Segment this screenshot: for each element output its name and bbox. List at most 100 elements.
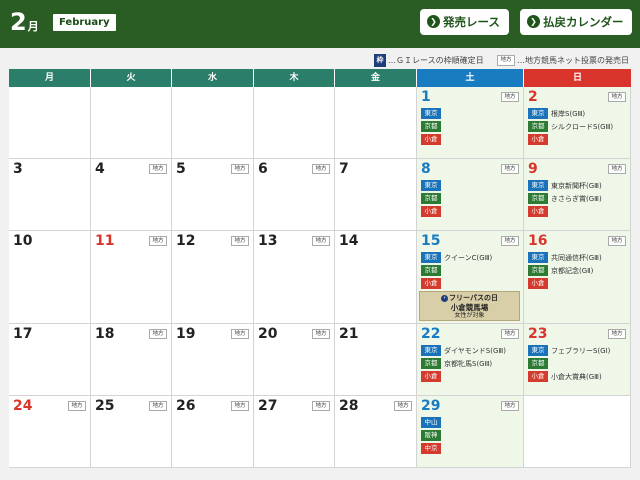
chiho-badge[interactable]: 地方 (231, 236, 249, 246)
calendar-cell-empty (9, 87, 91, 159)
chiho-badge[interactable]: 地方 (231, 329, 249, 339)
calendar-day-cell[interactable]: 26 地方 (172, 396, 254, 468)
chiho-badge[interactable]: 地方 (312, 236, 330, 246)
venue-tag[interactable]: 京都 (528, 193, 548, 204)
venue-tag[interactable]: 東京 (421, 108, 441, 119)
calendar-day-cell[interactable]: 19 地方 (172, 324, 254, 396)
venue-tag[interactable]: 阪神 (421, 430, 441, 441)
chiho-badge[interactable]: 地方 (501, 92, 519, 102)
chiho-badge[interactable]: 地方 (68, 401, 86, 411)
chiho-badge[interactable]: 地方 (501, 236, 519, 246)
race-name[interactable]: きさらぎ賞(GⅢ) (551, 194, 602, 204)
payout-calendar-button[interactable]: ❯ 払戻カレンダー (520, 9, 632, 35)
calendar-day-cell[interactable]: 18 地方 (91, 324, 172, 396)
chiho-badge[interactable]: 地方 (149, 164, 167, 174)
calendar-day-cell[interactable]: 15 地方 東京 クイーンC(GⅢ) 京都 小倉 › フリーパスの日 小倉競馬場 女性が対象 (417, 231, 524, 324)
chiho-badge[interactable]: 地方 (231, 164, 249, 174)
calendar-day-cell[interactable]: 20 地方 (254, 324, 335, 396)
race-name[interactable]: ダイヤモンドS(GⅢ) (444, 346, 506, 356)
venue-tag[interactable]: 京都 (421, 358, 441, 369)
race-name[interactable]: 京都記念(GⅡ) (551, 266, 593, 276)
chiho-badge[interactable]: 地方 (608, 236, 626, 246)
chiho-badge[interactable]: 地方 (394, 401, 412, 411)
venue-tag[interactable]: 京都 (528, 358, 548, 369)
chiho-badge[interactable]: 地方 (501, 401, 519, 411)
race-name[interactable]: 小倉大賞典(GⅢ) (551, 372, 602, 382)
venue-tag[interactable]: 東京 (421, 180, 441, 191)
chiho-badge[interactable]: 地方 (149, 401, 167, 411)
venue-tag[interactable]: 小倉 (528, 206, 548, 217)
day-number: 3 (13, 161, 23, 177)
calendar-day-cell[interactable]: 5 地方 (172, 159, 254, 231)
venue-tag[interactable]: 小倉 (421, 206, 441, 217)
venue-tag[interactable]: 小倉 (421, 371, 441, 382)
calendar-day-cell[interactable]: 3 (9, 159, 91, 231)
venue-tag[interactable]: 京都 (421, 265, 441, 276)
venue-tag[interactable]: 東京 (528, 108, 548, 119)
venue-tag[interactable]: 東京 (421, 345, 441, 356)
venue-row: 小倉 小倉大賞典(GⅢ) (528, 370, 610, 383)
chiho-badge[interactable]: 地方 (149, 236, 167, 246)
calendar-day-cell[interactable]: 8 地方 東京 京都 小倉 (417, 159, 524, 231)
race-name[interactable]: 共同通信杯(GⅢ) (551, 253, 602, 263)
calendar-day-cell[interactable]: 10 (9, 231, 91, 324)
venue-tag[interactable]: 小倉 (528, 134, 548, 145)
venue-tag[interactable]: 京都 (421, 193, 441, 204)
sale-races-button[interactable]: ❯ 発売レース (420, 9, 509, 35)
calendar-day-cell[interactable]: 9 地方 東京 東京新聞杯(GⅢ) 京都 きさらぎ賞(GⅢ) 小倉 (524, 159, 631, 231)
venue-tag[interactable]: 東京 (528, 345, 548, 356)
venue-tag[interactable]: 中山 (421, 417, 441, 428)
venue-tag[interactable]: 小倉 (528, 278, 548, 289)
chiho-badge[interactable]: 地方 (501, 164, 519, 174)
venue-tag[interactable]: 中京 (421, 443, 441, 454)
calendar-day-cell[interactable]: 7 (335, 159, 417, 231)
chiho-badge[interactable]: 地方 (312, 401, 330, 411)
calendar-day-cell[interactable]: 6 地方 (254, 159, 335, 231)
day-number: 24 (13, 398, 33, 414)
calendar-day-cell[interactable]: 12 地方 (172, 231, 254, 324)
free-pass-banner[interactable]: › フリーパスの日 小倉競馬場 女性が対象 (419, 291, 520, 321)
venue-tag[interactable]: 京都 (528, 265, 548, 276)
venue-tag[interactable]: 小倉 (528, 371, 548, 382)
calendar-day-cell[interactable]: 27 地方 (254, 396, 335, 468)
race-name[interactable]: シルクロードS(GⅢ) (551, 122, 613, 132)
race-name[interactable]: 東京新聞杯(GⅢ) (551, 181, 602, 191)
chiho-badge[interactable]: 地方 (149, 329, 167, 339)
calendar-day-cell[interactable]: 21 (335, 324, 417, 396)
calendar-day-cell[interactable]: 14 (335, 231, 417, 324)
chiho-badge[interactable]: 地方 (608, 92, 626, 102)
calendar-day-cell[interactable]: 16 地方 東京 共同通信杯(GⅢ) 京都 京都記念(GⅡ) 小倉 (524, 231, 631, 324)
calendar-day-cell[interactable]: 23 地方 東京 フェブラリーS(GⅠ) 京都 小倉 小倉大賞典(GⅢ) (524, 324, 631, 396)
calendar-day-cell[interactable]: 1 地方 東京 京都 小倉 (417, 87, 524, 159)
calendar-day-cell[interactable]: 11 地方 (91, 231, 172, 324)
chiho-badge[interactable]: 地方 (231, 401, 249, 411)
calendar-day-cell[interactable]: 17 (9, 324, 91, 396)
venue-row: 中山 (421, 416, 441, 429)
calendar-day-cell[interactable]: 13 地方 (254, 231, 335, 324)
race-name[interactable]: クイーンC(GⅢ) (444, 253, 492, 263)
venue-tag[interactable]: 東京 (528, 180, 548, 191)
venue-tag[interactable]: 京都 (528, 121, 548, 132)
calendar-day-cell[interactable]: 24 地方 (9, 396, 91, 468)
chiho-badge[interactable]: 地方 (312, 329, 330, 339)
chiho-badge[interactable]: 地方 (312, 164, 330, 174)
race-name[interactable]: 根岸S(GⅢ) (551, 109, 585, 119)
venue-tag[interactable]: 小倉 (421, 278, 441, 289)
venue-tag[interactable]: 東京 (528, 252, 548, 263)
race-name[interactable]: 京都牝馬S(GⅢ) (444, 359, 492, 369)
calendar-day-cell[interactable]: 2 地方 東京 根岸S(GⅢ) 京都 シルクロードS(GⅢ) 小倉 (524, 87, 631, 159)
calendar-day-cell[interactable]: 4 地方 (91, 159, 172, 231)
free-pass-title-row: › フリーパスの日 (420, 293, 519, 303)
chiho-badge[interactable]: 地方 (501, 329, 519, 339)
race-name[interactable]: フェブラリーS(GⅠ) (551, 346, 610, 356)
sale-races-button-label: 発売レース (443, 15, 500, 29)
chiho-badge[interactable]: 地方 (608, 164, 626, 174)
calendar-day-cell[interactable]: 29 地方 中山 阪神 中京 (417, 396, 524, 468)
calendar-day-cell[interactable]: 25 地方 (91, 396, 172, 468)
venue-tag[interactable]: 京都 (421, 121, 441, 132)
calendar-day-cell[interactable]: 22 地方 東京 ダイヤモンドS(GⅢ) 京都 京都牝馬S(GⅢ) 小倉 (417, 324, 524, 396)
venue-tag[interactable]: 東京 (421, 252, 441, 263)
chiho-badge[interactable]: 地方 (608, 329, 626, 339)
venue-tag[interactable]: 小倉 (421, 134, 441, 145)
calendar-day-cell[interactable]: 28 地方 (335, 396, 417, 468)
